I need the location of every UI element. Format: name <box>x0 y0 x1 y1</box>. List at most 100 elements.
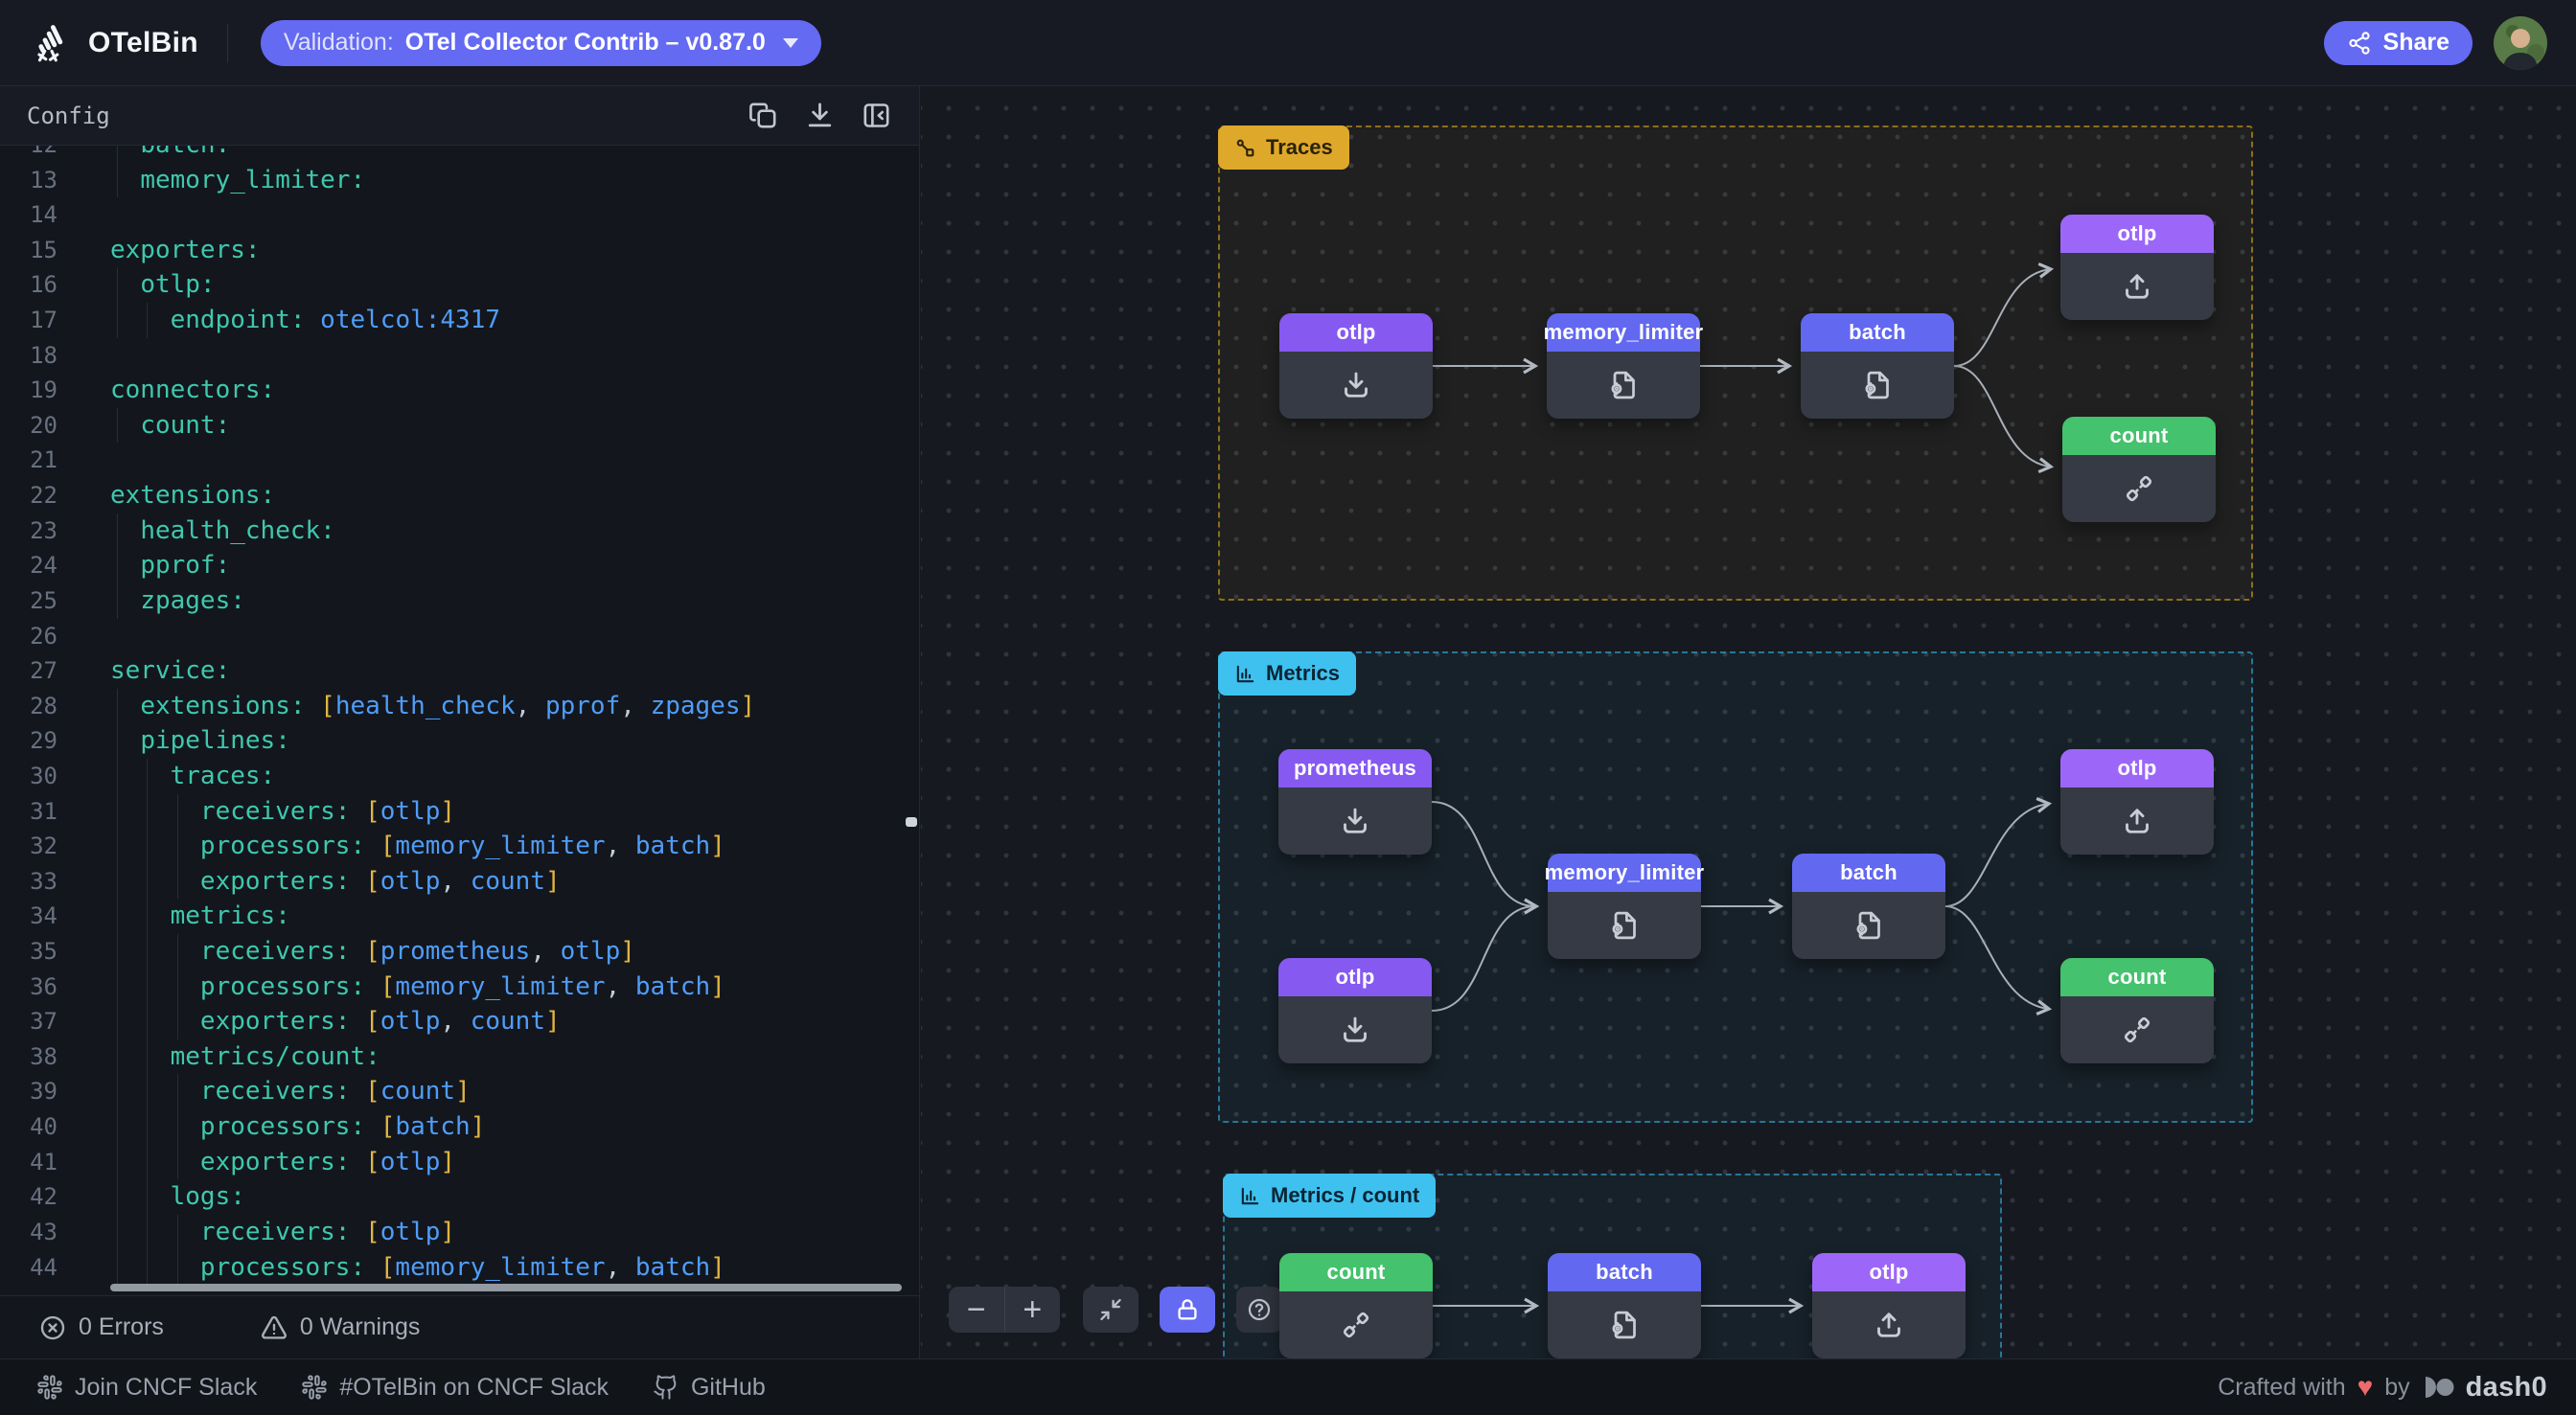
code-line[interactable]: 35 receivers: [prometheus, otlp] <box>0 934 919 970</box>
node-processor-batch[interactable]: batch <box>1801 313 1954 419</box>
node-processor-memory-limiter[interactable]: memory_limiter <box>1548 854 1701 959</box>
node-exporter-otlp[interactable]: otlp <box>1812 1253 1966 1358</box>
code-line[interactable]: 42 logs: <box>0 1179 919 1215</box>
share-button[interactable]: Share <box>2324 21 2472 65</box>
header-divider <box>227 24 228 62</box>
otelbin-slack-link[interactable]: #OTelBin on CNCF Slack <box>301 1374 609 1402</box>
yaml-editor[interactable]: 12 batch:13 memory_limiter:1415exporters… <box>0 146 919 1295</box>
slack-icon <box>36 1374 63 1401</box>
help-button[interactable] <box>1236 1287 1282 1333</box>
code-line[interactable]: 34 metrics: <box>0 899 919 934</box>
code-line[interactable]: 33 exporters: [otlp, count] <box>0 864 919 900</box>
code-line[interactable]: 39 receivers: [count] <box>0 1074 919 1109</box>
code-line[interactable]: 20 count: <box>0 408 919 444</box>
node-label: batch <box>1548 1253 1701 1291</box>
line-number: 15 <box>0 233 58 268</box>
line-number: 36 <box>0 970 58 1005</box>
node-exporter-otlp[interactable]: otlp <box>2060 749 2214 855</box>
zoom-out-button[interactable]: − <box>949 1287 1004 1333</box>
code-text: batch: <box>110 146 230 163</box>
code-line[interactable]: 31 receivers: [otlp] <box>0 794 919 830</box>
collapse-panel-icon[interactable] <box>861 100 892 131</box>
code-line[interactable]: 38 metrics/count: <box>0 1039 919 1075</box>
zoom-controls: − + <box>949 1287 1060 1333</box>
crafted-by-credit[interactable]: Crafted with ♥ by dash0 <box>2218 1372 2547 1404</box>
code-line[interactable]: 28 extensions: [health_check, pprof, zpa… <box>0 689 919 724</box>
download-icon[interactable] <box>804 100 836 131</box>
code-line[interactable]: 30 traces: <box>0 759 919 794</box>
code-line[interactable]: 15exporters: <box>0 233 919 268</box>
code-line[interactable]: 37 exporters: [otlp, count] <box>0 1004 919 1039</box>
circle-x-icon <box>38 1313 67 1342</box>
validation-label: Validation: <box>284 29 394 57</box>
warnings-status[interactable]: 0 Warnings <box>260 1313 421 1342</box>
node-receiver-prometheus[interactable]: prometheus <box>1278 749 1432 855</box>
copy-icon[interactable] <box>748 100 779 131</box>
node-connector-count[interactable]: count <box>1279 1253 1433 1358</box>
line-number: 32 <box>0 829 58 864</box>
code-line[interactable]: 14 <box>0 197 919 233</box>
github-icon <box>653 1374 679 1401</box>
code-line[interactable]: 21 <box>0 443 919 478</box>
pipeline-canvas[interactable]: Traces Metrics Metrics / count <box>921 86 2576 1358</box>
code-line[interactable]: 24 pprof: <box>0 548 919 583</box>
code-text: processors: [memory_limiter, batch] <box>110 1250 725 1286</box>
code-line[interactable]: 29 pipelines: <box>0 723 919 759</box>
code-line[interactable]: 36 processors: [memory_limiter, batch] <box>0 970 919 1005</box>
lock-button[interactable] <box>1160 1287 1215 1333</box>
line-number: 44 <box>0 1250 58 1286</box>
zoom-in-button[interactable]: + <box>1005 1287 1061 1333</box>
editor-horizontal-scrollbar[interactable] <box>110 1284 902 1291</box>
config-panel: Config 12 batch:13 memory_limiter:1415ex… <box>0 86 920 1358</box>
github-link[interactable]: GitHub <box>653 1374 766 1402</box>
config-toolbar: Config <box>0 86 919 146</box>
code-line[interactable]: 25 zpages: <box>0 583 919 619</box>
code-line[interactable]: 23 health_check: <box>0 514 919 549</box>
processor-icon <box>1607 908 1642 943</box>
receiver-icon <box>1338 804 1372 838</box>
node-label: count <box>2062 417 2216 455</box>
metrics-badge-label: Metrics <box>1266 661 1340 686</box>
code-text: receivers: [prometheus, otlp] <box>110 934 635 970</box>
code-text: pipelines: <box>110 723 290 759</box>
fit-view-button[interactable] <box>1083 1287 1138 1333</box>
node-connector-count[interactable]: count <box>2060 958 2214 1063</box>
code-line[interactable]: 17 endpoint: otelcol:4317 <box>0 303 919 338</box>
join-cncf-slack-link[interactable]: Join CNCF Slack <box>36 1374 257 1402</box>
code-line[interactable]: 22extensions: <box>0 478 919 514</box>
code-line[interactable]: 13 memory_limiter: <box>0 163 919 198</box>
node-processor-batch[interactable]: batch <box>1792 854 1945 959</box>
avatar[interactable] <box>2494 16 2547 70</box>
code-line[interactable]: 44 processors: [memory_limiter, batch] <box>0 1250 919 1286</box>
logo[interactable]: OTelBin <box>29 21 198 65</box>
node-label: otlp <box>1279 313 1433 352</box>
code-line[interactable]: 19connectors: <box>0 373 919 408</box>
code-line[interactable]: 41 exporters: [otlp] <box>0 1145 919 1180</box>
code-line[interactable]: 26 <box>0 619 919 654</box>
processor-icon <box>1860 368 1895 402</box>
line-number: 30 <box>0 759 58 794</box>
validation-dropdown[interactable]: Validation: OTel Collector Contrib – v0.… <box>261 20 821 66</box>
code-text: exporters: [otlp] <box>110 1145 455 1180</box>
line-number: 38 <box>0 1039 58 1075</box>
errors-status[interactable]: 0 Errors <box>38 1313 164 1342</box>
code-line[interactable]: 18 <box>0 338 919 374</box>
code-text: exporters: [otlp, count] <box>110 1004 561 1039</box>
node-receiver-otlp[interactable]: otlp <box>1279 313 1433 419</box>
node-label: prometheus <box>1278 749 1432 787</box>
node-processor-batch[interactable]: batch <box>1548 1253 1701 1358</box>
share-label: Share <box>2383 29 2450 57</box>
node-exporter-otlp[interactable]: otlp <box>2060 215 2214 320</box>
code-line[interactable]: 32 processors: [memory_limiter, batch] <box>0 829 919 864</box>
code-line[interactable]: 40 processors: [batch] <box>0 1109 919 1145</box>
code-text: processors: [memory_limiter, batch] <box>110 829 725 864</box>
code-line[interactable]: 27service: <box>0 653 919 689</box>
code-line[interactable]: 12 batch: <box>0 146 919 163</box>
code-line[interactable]: 16 otlp: <box>0 267 919 303</box>
line-number: 25 <box>0 583 58 619</box>
editor-vertical-scrollbar[interactable] <box>906 817 917 827</box>
node-processor-memory-limiter[interactable]: memory_limiter <box>1547 313 1700 419</box>
code-line[interactable]: 43 receivers: [otlp] <box>0 1215 919 1250</box>
node-receiver-otlp[interactable]: otlp <box>1278 958 1432 1063</box>
node-connector-count[interactable]: count <box>2062 417 2216 522</box>
